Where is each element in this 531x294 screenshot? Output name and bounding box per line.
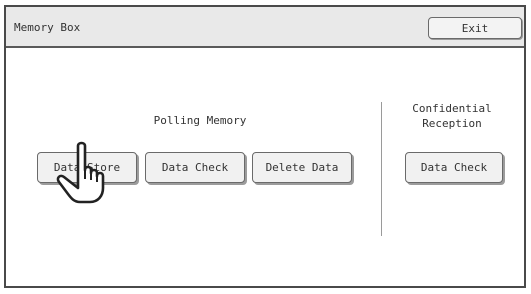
polling-memory-heading: Polling Memory: [153, 114, 247, 127]
section-divider: [381, 102, 382, 236]
pointing-hand-cursor-icon: [56, 141, 105, 204]
polling-data-check-button[interactable]: Data Check: [145, 152, 245, 183]
title-bar: Memory Box Exit: [6, 7, 524, 48]
confidential-heading-line1: Confidential: [412, 102, 492, 115]
exit-button[interactable]: Exit: [428, 17, 522, 39]
confidential-reception-heading: Confidential Reception: [396, 101, 508, 131]
delete-data-button[interactable]: Delete Data: [252, 152, 352, 183]
confidential-data-check-button[interactable]: Data Check: [405, 152, 503, 183]
page-title: Memory Box: [14, 21, 81, 34]
confidential-heading-line2: Reception: [422, 117, 482, 130]
